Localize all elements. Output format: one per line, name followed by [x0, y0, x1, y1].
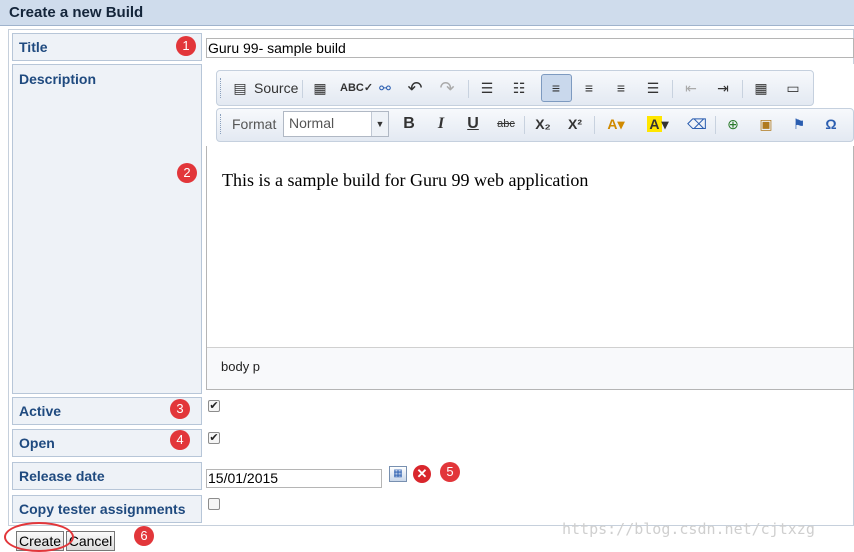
- annotation-badge-1: 1: [176, 36, 196, 56]
- annotation-badge-2: 2: [177, 163, 197, 183]
- clear-date-icon[interactable]: ✕: [413, 465, 431, 483]
- dialog-title: Create a new Build: [0, 0, 854, 26]
- bold-icon[interactable]: B: [398, 113, 420, 135]
- annotation-badge-4: 4: [170, 430, 190, 450]
- format-select-value: Normal: [289, 115, 335, 131]
- toolbar-separator: [594, 116, 595, 134]
- outdent-icon[interactable]: ⇤: [680, 77, 702, 99]
- link-icon[interactable]: ⊕: [722, 113, 744, 135]
- paste-text-icon[interactable]: ▦: [310, 77, 330, 99]
- watermark: https://blog.csdn.net/cjtxzg: [562, 520, 815, 538]
- annotation-badge-5: 5: [440, 462, 460, 482]
- source-button[interactable]: Source: [254, 77, 298, 99]
- toolbar-separator: [302, 80, 303, 98]
- format-select[interactable]: Normal ▼: [283, 111, 389, 137]
- active-checkbox[interactable]: ✔: [208, 400, 220, 412]
- copy-tester-checkbox[interactable]: [208, 498, 220, 510]
- remove-format-icon[interactable]: ⌫: [686, 113, 708, 135]
- superscript-icon[interactable]: X²: [563, 113, 587, 135]
- source-icon[interactable]: ▤: [230, 77, 250, 99]
- open-checkbox[interactable]: ✔: [208, 432, 220, 444]
- indent-icon[interactable]: ⇥: [712, 77, 734, 99]
- toolbar-separator: [672, 80, 673, 98]
- bulleted-list-icon[interactable]: ☷: [508, 77, 530, 99]
- background-color-icon[interactable]: A ▾: [643, 113, 673, 135]
- undo-icon[interactable]: ↶: [404, 77, 426, 99]
- highlight-ellipse: [4, 522, 74, 552]
- toolbar-separator: [742, 80, 743, 98]
- toolbar-grip: [220, 114, 224, 134]
- annotation-badge-6: 6: [134, 526, 154, 546]
- release-date-input[interactable]: 15/01/2015: [206, 469, 382, 488]
- align-left-icon[interactable]: ≡: [545, 77, 567, 99]
- copy-tester-label: Copy tester assignments: [12, 495, 202, 523]
- description-label: Description: [12, 64, 202, 394]
- toolbar-separator: [468, 80, 469, 98]
- subscript-icon[interactable]: X₂: [531, 113, 555, 135]
- table-icon[interactable]: ▦: [750, 77, 772, 99]
- anchor-flag-icon[interactable]: ⚑: [788, 113, 810, 135]
- element-path-bar: body p: [207, 347, 853, 389]
- chevron-down-icon[interactable]: ▼: [371, 112, 388, 136]
- numbered-list-icon[interactable]: ☰: [476, 77, 498, 99]
- toolbar-grip: [220, 78, 224, 98]
- align-justify-icon[interactable]: ☰: [642, 77, 664, 99]
- toolbar-separator: [715, 116, 716, 134]
- strikethrough-icon[interactable]: abc: [494, 113, 518, 135]
- editor-content[interactable]: This is a sample build for Guru 99 web a…: [207, 146, 853, 346]
- horizontal-rule-icon[interactable]: ▭: [782, 77, 804, 99]
- align-center-icon[interactable]: ≡: [578, 77, 600, 99]
- align-right-icon[interactable]: ≡: [610, 77, 632, 99]
- text-color-icon[interactable]: A▾: [601, 113, 631, 135]
- italic-icon[interactable]: I: [430, 113, 452, 135]
- title-input[interactable]: Guru 99- sample build: [206, 38, 854, 58]
- calendar-icon[interactable]: ▦: [389, 466, 407, 482]
- spellcheck-icon[interactable]: ABC✓: [340, 77, 373, 99]
- special-char-icon[interactable]: Ω: [820, 113, 842, 135]
- find-icon[interactable]: ⚯: [374, 77, 396, 99]
- release-date-label: Release date: [12, 462, 202, 490]
- redo-icon[interactable]: ↷: [436, 77, 458, 99]
- format-label: Format: [232, 116, 277, 132]
- underline-icon[interactable]: U: [462, 113, 484, 135]
- annotation-badge-3: 3: [170, 399, 190, 419]
- image-icon[interactable]: ▣: [755, 113, 777, 135]
- title-label: Title: [12, 33, 202, 61]
- toolbar-separator: [524, 116, 525, 134]
